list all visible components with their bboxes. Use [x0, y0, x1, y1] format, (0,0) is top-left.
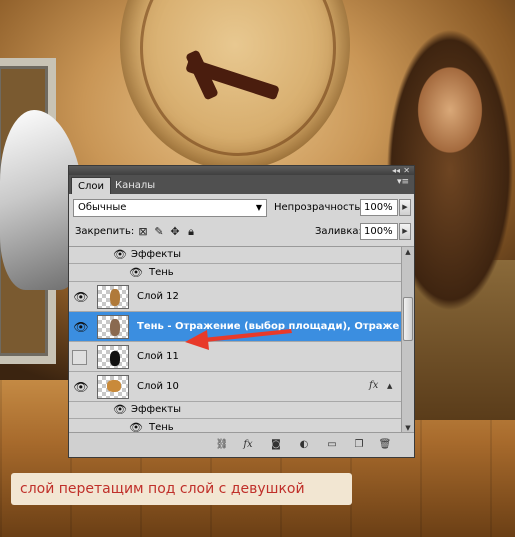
group-folder-icon[interactable]: ▭	[325, 438, 339, 451]
visibility-toggle-off[interactable]	[72, 350, 87, 365]
effect-name: Тень	[149, 267, 174, 278]
fill-label: Заливка:	[315, 226, 362, 237]
close-icon[interactable]: ✕	[403, 166, 410, 175]
tab-layers[interactable]: Слои	[71, 177, 111, 194]
opacity-arrow-icon[interactable]: ▶	[399, 199, 411, 216]
eye-icon[interactable]: 👁︎	[113, 403, 127, 416]
effects-label: Эффекты	[131, 404, 181, 415]
opacity-input[interactable]: 100%	[360, 199, 398, 216]
arrow-head	[185, 330, 209, 350]
new-layer-icon[interactable]: ❐	[352, 438, 366, 451]
blend-mode-value: Обычные	[78, 202, 127, 213]
layer-thumbnail	[97, 315, 129, 339]
blend-row: Обычные ▼ Непрозрачность: 100% ▶	[73, 199, 411, 219]
instruction-caption: слой перетащим под слой с девушкой	[11, 473, 352, 505]
thumbnail-content	[110, 319, 120, 336]
blend-mode-select[interactable]: Обычные ▼	[73, 199, 267, 217]
thumbnail-content	[110, 351, 120, 366]
collapse-triangle-icon[interactable]: ▲	[387, 382, 392, 390]
transparency-lock-icon[interactable]: ⊠	[137, 226, 149, 238]
scroll-up-icon[interactable]: ▲	[402, 247, 414, 258]
layer-row[interactable]: 👁︎ Слой 10 fx ▲	[69, 372, 401, 402]
annotation-arrow	[185, 329, 292, 350]
layer-thumbnail	[97, 285, 129, 309]
layer-row[interactable]: 👁︎ Слой 12	[69, 282, 401, 312]
panel-bottom-toolbar: ⛓︎ fx ◙ ◐ ▭ ❐ 🗑︎	[69, 432, 414, 457]
layer-name: Слой 12	[137, 291, 179, 302]
layers-scrollbar[interactable]: ▲ ▼	[401, 247, 414, 434]
effects-row[interactable]: 👁︎ Эффекты	[69, 247, 401, 264]
layer-name: Слой 10	[137, 381, 179, 392]
lock-row: Закрепить: ⊠ ✎ ✥ 🔒︎ Заливка: 100% ▶	[73, 223, 411, 243]
thumbnail-content	[107, 380, 121, 392]
trash-icon[interactable]: 🗑︎	[378, 438, 392, 451]
opacity-label: Непрозрачность:	[274, 202, 364, 213]
fill-input[interactable]: 100%	[360, 223, 398, 240]
effects-row[interactable]: 👁︎ Эффекты	[69, 402, 401, 419]
panel-menu-icon[interactable]: ▾≡	[397, 177, 409, 187]
panel-tabs: Слои Каналы ▾≡	[69, 175, 414, 194]
effect-shadow-row[interactable]: 👁︎ Тень	[69, 264, 401, 282]
eye-icon[interactable]: 👁︎	[129, 266, 143, 279]
layer-thumbnail	[97, 375, 129, 399]
move-lock-icon[interactable]: ✥	[169, 226, 181, 238]
thumbnail-content	[110, 289, 120, 306]
adjustment-icon[interactable]: ◐	[297, 438, 311, 451]
collapse-icon[interactable]: ◂◂	[392, 166, 400, 175]
chevron-down-icon: ▼	[255, 203, 262, 212]
eye-icon[interactable]: 👁︎	[73, 320, 89, 334]
layer-name: Слой 11	[137, 351, 179, 362]
layer-thumbnail	[97, 345, 129, 369]
link-icon[interactable]: ⛓︎	[215, 438, 229, 451]
eye-icon[interactable]: 👁︎	[73, 290, 89, 304]
scroll-thumb[interactable]	[403, 297, 413, 341]
fill-arrow-icon[interactable]: ▶	[399, 223, 411, 240]
mask-icon[interactable]: ◙	[269, 438, 283, 451]
panel-titlebar[interactable]: ◂◂ ✕	[69, 166, 414, 175]
fx-icon[interactable]: fx	[369, 380, 378, 391]
eye-icon[interactable]: 👁︎	[73, 380, 89, 394]
effects-label: Эффекты	[131, 249, 181, 260]
brush-lock-icon[interactable]: ✎	[153, 226, 165, 238]
tab-channels[interactable]: Каналы	[109, 177, 161, 194]
padlock-icon[interactable]: 🔒︎	[185, 226, 197, 238]
layers-panel: ◂◂ ✕ Слои Каналы ▾≡ Обычные ▼ Непрозрачн…	[68, 165, 415, 458]
fx-icon[interactable]: fx	[241, 438, 255, 451]
lock-label: Закрепить:	[75, 226, 135, 237]
eye-icon[interactable]: 👁︎	[113, 248, 127, 261]
